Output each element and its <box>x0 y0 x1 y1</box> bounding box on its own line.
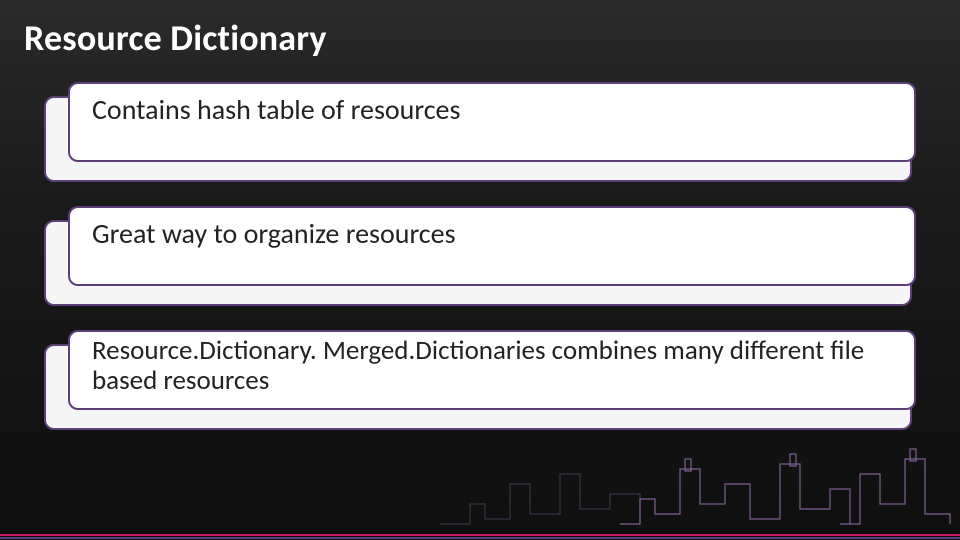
page-title: Resource Dictionary <box>24 16 327 60</box>
bullet-item: Resource.Dictionary. Merged.Dictionaries… <box>44 330 916 426</box>
footer-line-purple <box>0 537 960 539</box>
bullet-card: Resource.Dictionary. Merged.Dictionaries… <box>68 330 916 410</box>
bullet-text: Great way to organize resources <box>92 218 456 250</box>
skyline-decoration <box>440 414 960 534</box>
footer-line-magenta <box>0 534 960 536</box>
bullet-item: Great way to organize resources <box>44 206 916 302</box>
footer-accent <box>0 530 960 540</box>
bullet-card: Contains hash table of resources <box>68 82 916 162</box>
bullet-item: Contains hash table of resources <box>44 82 916 178</box>
bullet-text: Contains hash table of resources <box>92 94 460 126</box>
bullet-text: Resource.Dictionary. Merged.Dictionaries… <box>92 336 892 396</box>
bullet-list: Contains hash table of resources Great w… <box>44 82 916 454</box>
slide: Resource Dictionary Contains hash table … <box>0 0 960 540</box>
bullet-card: Great way to organize resources <box>68 206 916 286</box>
